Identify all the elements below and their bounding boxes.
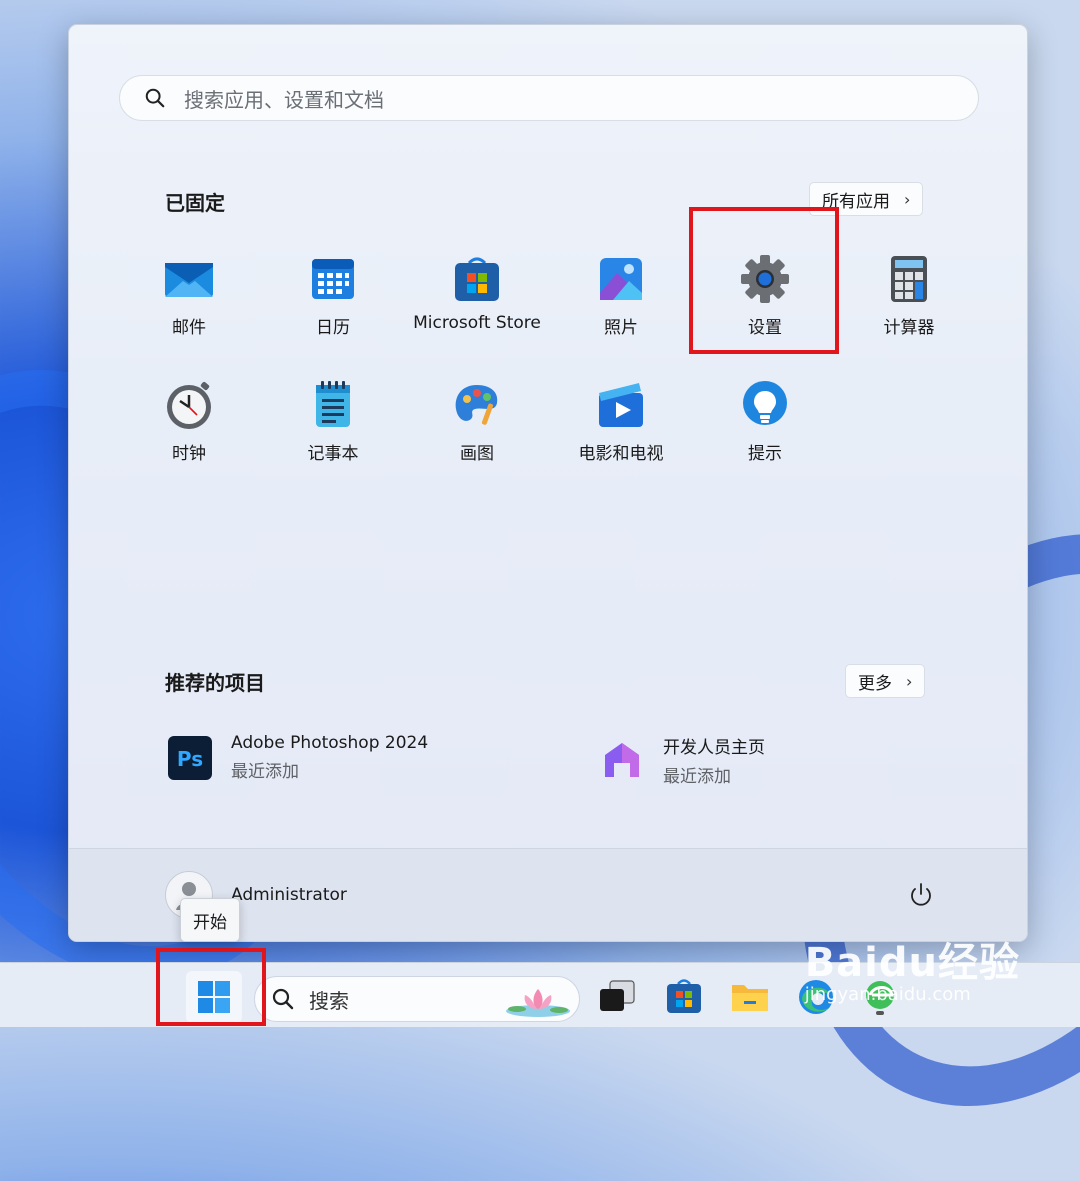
more-label: 更多: [858, 673, 892, 694]
pinned-app-notepad[interactable]: 记事本: [263, 379, 403, 489]
start-menu: 搜索应用、设置和文档 已固定 所有应用 › 邮件 日历 Microsoft St…: [68, 24, 1028, 942]
file-explorer-icon[interactable]: [730, 979, 770, 1013]
search-icon: [145, 88, 165, 108]
lotus-icon: [506, 989, 570, 1017]
movies-icon: [599, 383, 643, 427]
start-search-box[interactable]: 搜索应用、设置和文档: [119, 75, 979, 121]
pinned-app-photos[interactable]: 照片: [551, 253, 691, 363]
watermark-logo: Baidu经验: [804, 940, 1020, 986]
watermark: Baidu经验 jingyan.baidu.com: [805, 930, 1020, 1005]
pinned-app-calculator[interactable]: 计算器: [839, 253, 979, 363]
taskbar-search[interactable]: 搜索: [254, 976, 580, 1022]
pinned-app-store[interactable]: Microsoft Store: [407, 253, 547, 363]
photos-icon: [600, 258, 642, 300]
search-placeholder: 搜索应用、设置和文档: [184, 87, 384, 112]
paint-icon: [455, 385, 498, 425]
photoshop-icon: Ps: [168, 735, 212, 780]
calculator-icon: [891, 256, 927, 302]
pinned-app-tips[interactable]: 提示: [695, 379, 835, 489]
search-icon: [272, 988, 294, 1010]
calendar-icon: [312, 259, 354, 299]
dev-home-icon: [605, 743, 639, 777]
store-icon: [455, 257, 499, 301]
user-name[interactable]: Administrator: [231, 885, 347, 905]
pinned-app-movies[interactable]: 电影和电视: [551, 379, 691, 489]
pinned-app-clock[interactable]: 时钟: [119, 379, 259, 489]
more-button[interactable]: 更多 ›: [845, 664, 926, 698]
svg-text:Ps: Ps: [177, 747, 203, 771]
start-tooltip: 开始: [180, 898, 240, 942]
pinned-app-calendar[interactable]: 日历: [263, 253, 403, 363]
recommended-item-photoshop[interactable]: Ps Adobe Photoshop 2024 最近添加: [167, 733, 428, 782]
pinned-title: 已固定: [165, 191, 225, 215]
notepad-icon: [316, 381, 350, 427]
highlight-box-settings: [689, 207, 839, 354]
task-view-icon[interactable]: [598, 979, 638, 1015]
chevron-right-icon: ›: [904, 189, 911, 209]
tips-icon: [743, 381, 787, 425]
recommended-title: 推荐的项目: [165, 671, 265, 695]
highlight-box-start: [156, 948, 266, 1026]
pinned-app-paint[interactable]: 画图: [407, 379, 547, 489]
chevron-right-icon: ›: [906, 671, 913, 691]
clock-icon: [167, 381, 211, 429]
power-icon[interactable]: [907, 881, 935, 909]
taskbar-search-label: 搜索: [309, 988, 349, 1013]
mail-icon: [165, 263, 213, 297]
store-icon[interactable]: [664, 977, 704, 1015]
recommended-item-dev-home[interactable]: 开发人员主页 最近添加: [599, 733, 765, 787]
pinned-app-mail[interactable]: 邮件: [119, 253, 259, 363]
